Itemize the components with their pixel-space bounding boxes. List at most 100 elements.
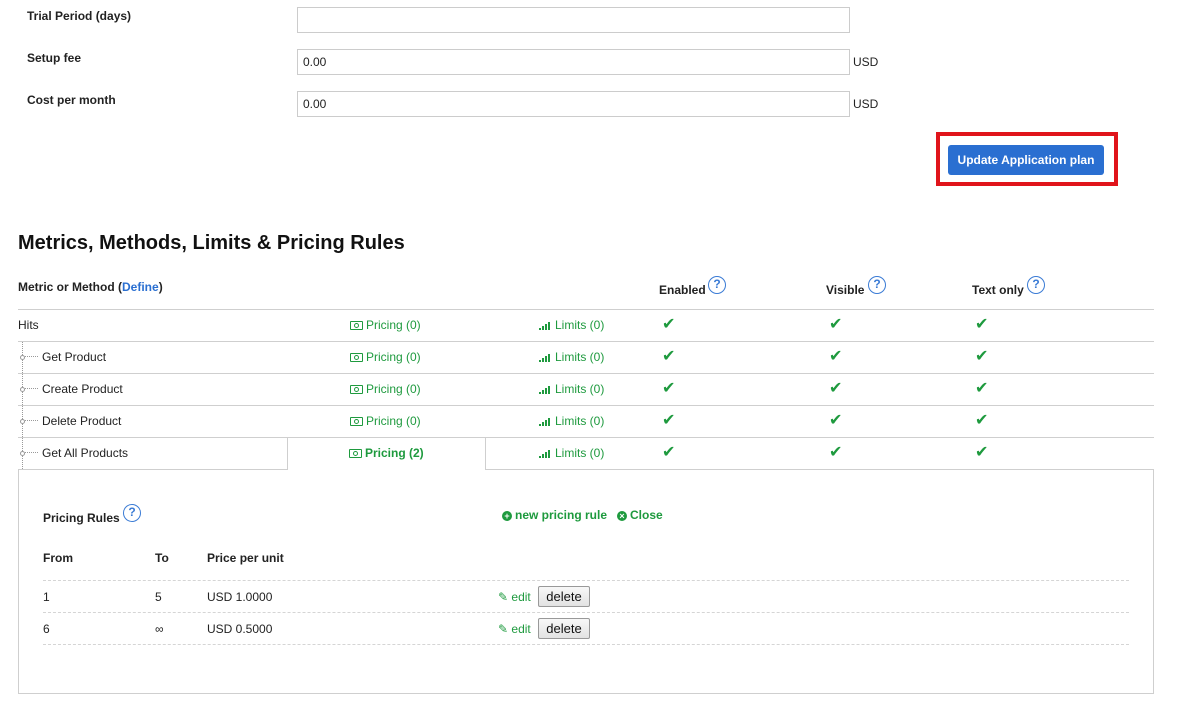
cost-per-month-input[interactable] [297,91,850,117]
limits-link-label: Limits (0) [555,414,605,428]
signal-bars-icon [539,418,550,426]
metric-name: Hits [18,318,39,332]
section-title: Metrics, Methods, Limits & Pricing Rules [18,232,405,254]
signal-bars-icon [539,450,550,458]
enabled-check-icon[interactable]: ✔ [662,442,675,462]
tree-branch-icon [20,419,38,424]
rule-price: USD 0.5000 [207,622,273,636]
rule-to: 5 [155,590,162,604]
rule-to: ∞ [155,622,164,636]
setup-fee-unit: USD [853,55,879,69]
column-header-from: From [43,551,73,565]
edit-label: edit [511,622,531,636]
limits-link-label: Limits (0) [555,446,605,460]
pricing-link[interactable]: Pricing (0) [350,382,421,396]
enabled-check-icon[interactable]: ✔ [662,410,675,430]
tree-branch-icon [20,387,38,392]
close-label: Close [630,508,663,522]
limits-link[interactable]: Limits (0) [539,382,604,396]
signal-bars-icon [539,354,550,362]
pricing-link-label: Pricing (0) [366,318,421,332]
tree-branch-icon [20,451,38,456]
pencil-icon: ✎ [498,590,509,604]
edit-rule-link[interactable]: ✎ edit [498,622,531,636]
header-metric-label: Metric or Method ( [18,280,122,294]
text-only-check-icon[interactable]: ✔ [975,442,988,462]
visible-check-icon[interactable]: ✔ [829,378,842,398]
limits-link-label: Limits (0) [555,350,605,364]
setup-fee-input[interactable] [297,49,850,75]
delete-rule-button[interactable]: delete [538,618,590,639]
method-name: Get Product [42,350,107,364]
help-icon[interactable]: ? [868,276,886,294]
plus-circle-icon: + [502,511,512,521]
enabled-check-icon[interactable]: ✔ [662,378,675,398]
tree-branch-icon [20,355,38,360]
cost-per-month-unit: USD [853,97,879,111]
pricing-link[interactable]: Pricing (0) [350,350,421,364]
visible-check-icon[interactable]: ✔ [829,346,842,366]
limits-link[interactable]: Limits (0) [539,350,604,364]
setup-fee-label: Setup fee [27,51,82,65]
pricing-rules-title: Pricing Rules [43,511,120,525]
pricing-rules-panel [18,469,1154,694]
edit-label: edit [511,590,531,604]
active-tab-border [485,437,486,470]
text-only-check-icon[interactable]: ✔ [975,378,988,398]
column-header-to: To [155,551,169,565]
new-pricing-rule-label: new pricing rule [515,508,608,522]
enabled-check-icon[interactable]: ✔ [662,314,675,334]
signal-bars-icon [539,386,550,394]
pencil-icon: ✎ [498,622,509,636]
rule-divider [43,644,1129,645]
header-metric-or-method: Metric or Method (Define) [18,280,163,294]
rule-from: 1 [43,590,50,604]
visible-check-icon[interactable]: ✔ [829,442,842,462]
limits-link[interactable]: Limits (0) [539,446,604,460]
pricing-link-label: Pricing (0) [366,382,421,396]
active-tab-border [287,437,288,470]
pricing-link-active[interactable]: Pricing (2) [349,446,424,460]
visible-check-icon[interactable]: ✔ [829,314,842,334]
limits-link-label: Limits (0) [555,382,605,396]
text-only-check-icon[interactable]: ✔ [975,346,988,366]
help-icon[interactable]: ? [123,504,141,522]
method-name: Delete Product [42,414,122,428]
table-row: Hits Pricing (0) Limits (0) ✔ ✔ ✔ [0,309,1177,341]
cost-per-month-label: Cost per month [27,93,116,107]
delete-rule-button[interactable]: delete [538,586,590,607]
money-icon [350,385,363,394]
pricing-link[interactable]: Pricing (0) [350,414,421,428]
define-link[interactable]: Define [122,280,159,294]
table-row: Get Product Pricing (0) Limits (0) ✔ ✔ ✔ [0,341,1177,373]
new-pricing-rule-link[interactable]: + new pricing rule [502,508,607,522]
method-name: Get All Products [42,446,129,460]
text-only-check-icon[interactable]: ✔ [975,410,988,430]
table-row: Delete Product Pricing (0) Limits (0) ✔ … [0,405,1177,437]
rule-price: USD 1.0000 [207,590,273,604]
rule-divider [43,612,1129,613]
pricing-link-label: Pricing (0) [366,414,421,428]
pricing-link[interactable]: Pricing (0) [350,318,421,332]
enabled-check-icon[interactable]: ✔ [662,346,675,366]
money-icon [350,321,363,330]
visible-check-icon[interactable]: ✔ [829,410,842,430]
trial-period-input[interactable] [297,7,850,33]
edit-rule-link[interactable]: ✎ edit [498,590,531,604]
header-text-only: Text only [972,283,1024,297]
limits-link[interactable]: Limits (0) [539,318,604,332]
money-icon [349,449,362,458]
money-icon [350,353,363,362]
table-row: Create Product Pricing (0) Limits (0) ✔ … [0,373,1177,405]
pricing-link-label: Pricing (2) [365,446,424,460]
method-name: Create Product [42,382,123,396]
limits-link[interactable]: Limits (0) [539,414,604,428]
help-icon[interactable]: ? [1027,276,1045,294]
panel-border [486,469,1154,470]
header-visible: Visible [826,283,865,297]
header-enabled: Enabled [659,283,706,297]
help-icon[interactable]: ? [708,276,726,294]
update-application-plan-button[interactable]: Update Application plan [948,145,1104,175]
text-only-check-icon[interactable]: ✔ [975,314,988,334]
close-link[interactable]: × Close [617,508,663,522]
